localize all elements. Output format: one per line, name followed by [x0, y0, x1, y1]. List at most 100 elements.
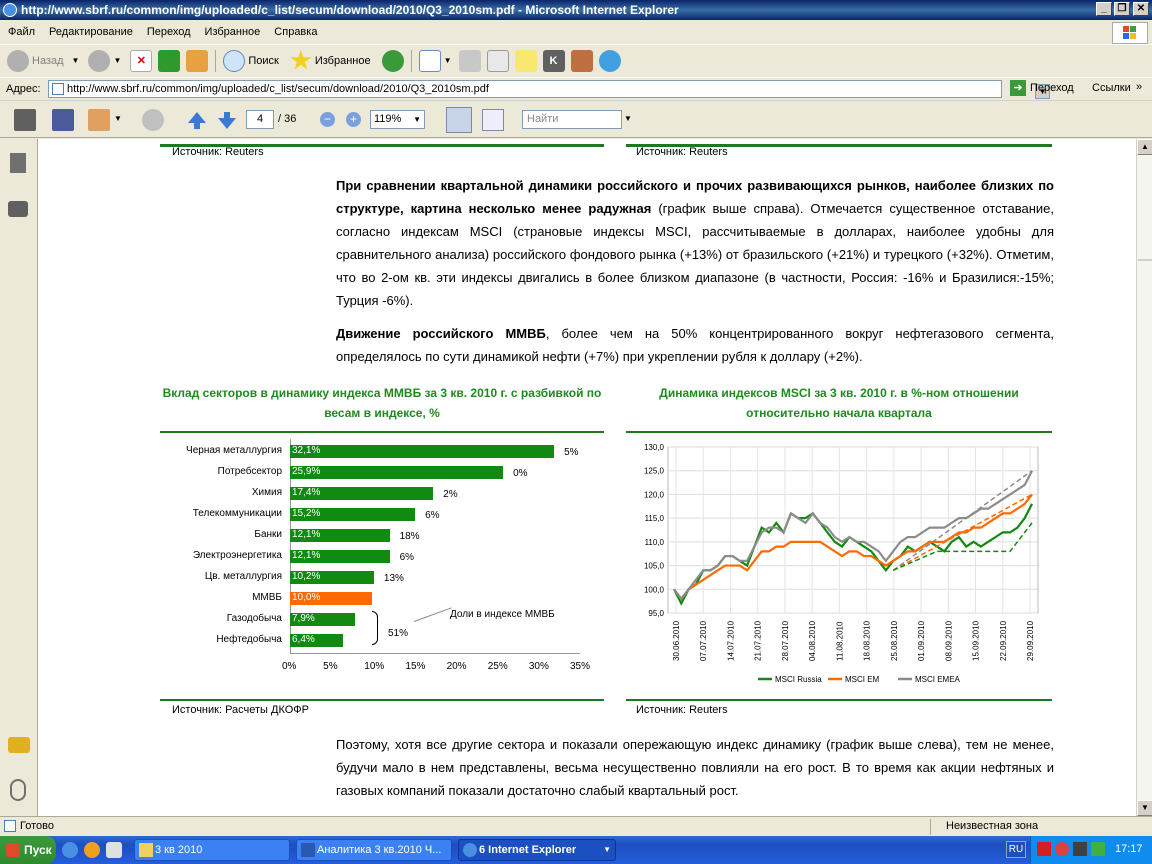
bar-weight-label: 6% — [425, 510, 440, 521]
mail-dropdown-icon[interactable]: ▼ — [444, 56, 452, 65]
x-tick-label: 35% — [570, 661, 591, 672]
links-expand-icon[interactable]: » — [1136, 81, 1142, 93]
source-note: Источник: Reuters — [636, 704, 728, 716]
x-tick-label: 01.09.2010 — [917, 620, 926, 661]
pdf-hand-icon[interactable] — [142, 109, 164, 131]
favorites-button-label[interactable]: Избранное — [315, 55, 371, 67]
language-indicator[interactable]: RU — [1006, 841, 1026, 858]
menu-go[interactable]: Переход — [147, 26, 191, 38]
fit-width-icon[interactable] — [482, 109, 504, 131]
toolbar-separator — [215, 49, 217, 72]
x-tick-label: 15.09.2010 — [972, 620, 981, 661]
zoom-out-icon[interactable]: − — [320, 112, 335, 127]
quicklaunch-media-icon[interactable] — [84, 842, 100, 858]
next-page-icon[interactable] — [216, 109, 238, 131]
pdf-save-icon[interactable] — [52, 109, 74, 131]
forward-dropdown-icon[interactable]: ▼ — [113, 56, 121, 65]
scroll-up-icon[interactable]: ▲ — [1137, 139, 1152, 155]
system-tray: 17:17 — [1030, 836, 1152, 864]
note-icon[interactable] — [514, 49, 537, 72]
task-word[interactable]: Аналитика 3 кв.2010 Ч... — [296, 839, 452, 861]
x-tick-label: 11.08.2010 — [835, 621, 844, 661]
search-button-label[interactable]: Поиск — [248, 55, 278, 67]
go-button[interactable]: ➔ Переход — [1010, 80, 1074, 96]
pages-panel-icon[interactable] — [10, 153, 26, 173]
fit-page-icon[interactable] — [446, 107, 472, 133]
comments-icon[interactable] — [8, 737, 30, 753]
zoom-select[interactable]: 119% ▼ — [370, 110, 425, 129]
bar-weight-label: 5% — [564, 447, 579, 458]
tray-network-icon[interactable] — [1091, 842, 1105, 856]
history-icon[interactable] — [381, 49, 404, 72]
scroll-down-icon[interactable]: ▼ — [1137, 800, 1152, 816]
task-ie-group[interactable]: 6 Internet Explorer ▼ — [458, 839, 616, 861]
status-separator — [930, 819, 931, 835]
research-icon[interactable] — [570, 49, 593, 72]
pdf-print-icon[interactable] — [14, 109, 36, 131]
x-tick-label: 29.09.2010 — [1026, 620, 1035, 661]
print-icon[interactable] — [458, 49, 481, 72]
vertical-scrollbar[interactable]: ▲ ▼ — [1136, 139, 1152, 816]
menu-favorites[interactable]: Избранное — [205, 26, 261, 38]
mail-icon[interactable] — [418, 49, 441, 72]
quicklaunch-desktop-icon[interactable] — [106, 842, 122, 858]
x-tick-label: 21.07.2010 — [754, 620, 763, 661]
attachments-binoculars-icon[interactable] — [8, 201, 28, 217]
menu-file[interactable]: Файл — [8, 26, 35, 38]
zoom-in-icon[interactable]: + — [346, 112, 361, 127]
chart-title-right: Динамика индексов MSCI за 3 кв. 2010 г. … — [659, 386, 1019, 420]
address-input[interactable]: http://www.sbrf.ru/common/img/uploaded/c… — [48, 80, 1050, 99]
folder-icon — [139, 843, 153, 857]
home-icon[interactable] — [186, 49, 209, 72]
back-arrow-icon[interactable] — [7, 49, 29, 72]
quicklaunch-ie-icon[interactable] — [62, 842, 78, 858]
tray-antivirus-icon[interactable] — [1055, 842, 1069, 856]
x-tick-label: 07.07.2010 — [699, 620, 708, 661]
annotation-value: 51% — [388, 628, 409, 639]
zoom-value: 119% — [374, 113, 402, 125]
messenger-icon[interactable] — [598, 49, 621, 72]
refresh-icon[interactable] — [158, 49, 181, 72]
pdf-left-nav — [0, 139, 38, 816]
task-folder[interactable]: 3 кв 2010 — [134, 839, 290, 861]
zoom-dropdown-icon[interactable]: ▼ — [413, 111, 421, 128]
paragraph: Движение российского ММВБ, более чем на … — [336, 322, 1054, 368]
menu-help[interactable]: Справка — [274, 26, 317, 38]
stop-icon[interactable]: ✕ — [130, 49, 153, 72]
chart-title-left: Вклад секторов в динамику индекса ММВБ з… — [162, 386, 602, 420]
task-dropdown-icon[interactable]: ▼ — [603, 840, 611, 860]
menu-bar: Файл Редактирование Переход Избранное Сп… — [0, 22, 1152, 42]
x-tick-label: 5% — [323, 661, 338, 672]
maximize-button[interactable]: ❐ — [1114, 2, 1130, 16]
status-text: Готово — [20, 820, 54, 832]
page-number-input[interactable]: 4 — [246, 110, 274, 129]
bar — [290, 466, 504, 479]
back-button-label[interactable]: Назад — [32, 55, 64, 67]
x-tick-label: 15% — [405, 661, 426, 672]
pdf-share-dropdown-icon[interactable]: ▼ — [114, 114, 122, 123]
search-icon[interactable] — [223, 49, 246, 72]
previous-page-icon[interactable] — [186, 109, 208, 131]
forward-arrow-icon[interactable] — [88, 49, 111, 72]
bar-value-label: 12,1% — [292, 529, 321, 540]
divider — [160, 699, 604, 701]
pdf-share-icon[interactable] — [88, 109, 110, 131]
favorites-star-icon[interactable] — [290, 49, 312, 70]
k-app-icon[interactable]: K — [542, 49, 565, 72]
tray-k-icon[interactable] — [1037, 842, 1051, 856]
find-input[interactable]: Найти — [522, 110, 622, 129]
start-button[interactable]: Пуск — [0, 836, 56, 864]
menu-edit[interactable]: Редактирование — [49, 26, 133, 38]
find-dropdown-icon[interactable]: ▼ — [624, 114, 632, 123]
close-button[interactable]: ✕ — [1133, 2, 1149, 16]
x-tick-label: 20% — [446, 661, 467, 672]
paperclip-icon[interactable] — [10, 779, 26, 801]
minimize-button[interactable]: _ — [1096, 2, 1112, 16]
address-url: http://www.sbrf.ru/common/img/uploaded/c… — [67, 83, 489, 95]
ie-icon — [3, 3, 17, 17]
tray-app-icon[interactable] — [1073, 842, 1087, 856]
links-label[interactable]: Ссылки — [1092, 82, 1131, 94]
back-dropdown-icon[interactable]: ▼ — [72, 56, 80, 65]
scroll-thumb[interactable] — [1138, 259, 1152, 261]
edit-icon[interactable] — [486, 49, 509, 72]
